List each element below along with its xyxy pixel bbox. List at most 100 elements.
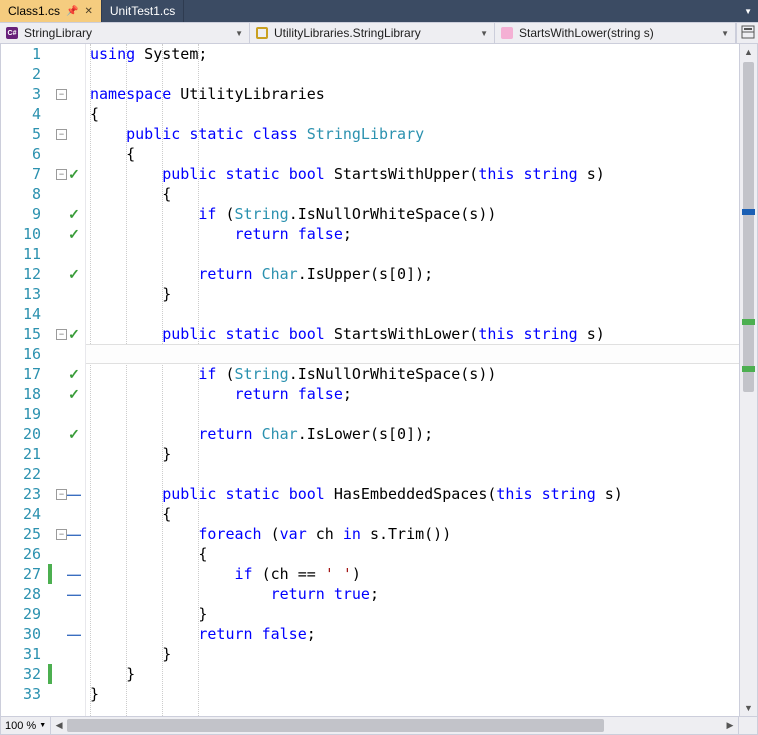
- test-pass-icon: ✓: [67, 366, 81, 383]
- fold-toggle: [56, 649, 67, 660]
- tab-class1[interactable]: Class1.cs 📌 ✕: [0, 0, 102, 22]
- tab-label: UnitTest1.cs: [110, 4, 175, 18]
- csharp-icon: C#: [5, 26, 19, 40]
- code-line[interactable]: }: [90, 664, 739, 684]
- gutter-line: 5−: [1, 124, 85, 144]
- code-line[interactable]: }: [90, 604, 739, 624]
- fold-toggle: [56, 569, 67, 580]
- scroll-thumb[interactable]: [67, 719, 604, 732]
- change-indicator: [48, 644, 52, 664]
- nav-project-dropdown[interactable]: C# StringLibrary ▼: [0, 23, 250, 43]
- code-line[interactable]: }: [90, 684, 739, 704]
- code-line[interactable]: if (ch == ' '): [90, 564, 739, 584]
- code-line[interactable]: [90, 244, 739, 264]
- code-line[interactable]: {: [90, 344, 739, 364]
- code-line[interactable]: }: [90, 644, 739, 664]
- line-number: 33: [9, 685, 41, 703]
- code-line[interactable]: return false;: [90, 224, 739, 244]
- change-indicator: [48, 424, 52, 444]
- scroll-left-arrow-icon[interactable]: ◀: [51, 717, 67, 734]
- test-pass-icon: ✓: [67, 386, 81, 403]
- vertical-scrollbar[interactable]: ▲ ▼: [739, 44, 757, 716]
- nav-class-dropdown[interactable]: UtilityLibraries.StringLibrary ▼: [250, 23, 495, 43]
- change-indicator: [48, 64, 52, 84]
- code-line[interactable]: [90, 64, 739, 84]
- horizontal-scrollbar[interactable]: ◀ ▶: [50, 717, 739, 734]
- code-line[interactable]: public static bool HasEmbeddedSpaces(thi…: [90, 484, 739, 504]
- scroll-marker: [742, 209, 755, 215]
- line-number: 18: [9, 385, 41, 403]
- change-indicator: [48, 304, 52, 324]
- code-line[interactable]: public static bool StartsWithUpper(this …: [90, 164, 739, 184]
- fold-toggle[interactable]: −: [56, 129, 67, 140]
- line-number: 8: [9, 185, 41, 203]
- chevron-down-icon: ▼: [480, 29, 488, 38]
- code-line[interactable]: return false;: [90, 624, 739, 644]
- line-number: 32: [9, 665, 41, 683]
- scroll-right-arrow-icon[interactable]: ▶: [722, 717, 738, 734]
- fold-toggle: [56, 389, 67, 400]
- zoom-dropdown[interactable]: 100 % ▼: [1, 720, 50, 732]
- gutter-line: 16: [1, 344, 85, 364]
- code-line[interactable]: namespace UtilityLibraries: [90, 84, 739, 104]
- fold-toggle[interactable]: −: [56, 169, 67, 180]
- scroll-thumb[interactable]: [743, 62, 754, 392]
- gutter-line: 3−: [1, 84, 85, 104]
- test-pass-icon: ✓: [67, 426, 81, 443]
- fold-toggle: [56, 509, 67, 520]
- chevron-down-icon: ▼: [39, 722, 46, 729]
- code-line[interactable]: return false;: [90, 384, 739, 404]
- code-line[interactable]: }: [90, 444, 739, 464]
- code-line[interactable]: if (String.IsNullOrWhiteSpace(s)): [90, 364, 739, 384]
- fold-toggle: [56, 189, 67, 200]
- scroll-marker: [742, 319, 755, 325]
- fold-toggle: [56, 689, 67, 700]
- code-line[interactable]: foreach (var ch in s.Trim()): [90, 524, 739, 544]
- gutter-line: 17✓: [1, 364, 85, 384]
- code-line[interactable]: {: [90, 144, 739, 164]
- close-icon[interactable]: ✕: [84, 6, 92, 17]
- split-window-button[interactable]: [736, 23, 758, 43]
- line-number: 1: [9, 45, 41, 63]
- code-line[interactable]: {: [90, 544, 739, 564]
- scroll-up-arrow-icon[interactable]: ▲: [740, 44, 757, 60]
- code-line[interactable]: }: [90, 284, 739, 304]
- fold-toggle[interactable]: −: [56, 89, 67, 100]
- code-line[interactable]: return Char.IsLower(s[0]);: [90, 424, 739, 444]
- code-line[interactable]: public static bool StartsWithLower(this …: [90, 324, 739, 344]
- zoom-label: 100 %: [5, 720, 36, 732]
- change-indicator: [48, 204, 52, 224]
- pin-icon[interactable]: 📌: [66, 6, 78, 17]
- fold-toggle: [56, 209, 67, 220]
- line-number: 6: [9, 145, 41, 163]
- test-notrun-icon: —: [67, 526, 81, 542]
- change-indicator: [48, 584, 52, 604]
- change-indicator: [48, 404, 52, 424]
- code-line[interactable]: if (String.IsNullOrWhiteSpace(s)): [90, 204, 739, 224]
- code-area[interactable]: using System;namespace UtilityLibraries{…: [86, 44, 739, 716]
- tab-unittest1[interactable]: UnitTest1.cs: [102, 0, 184, 22]
- line-number: 13: [9, 285, 41, 303]
- nav-member-dropdown[interactable]: StartsWithLower(string s) ▼: [495, 23, 736, 43]
- code-line[interactable]: [90, 404, 739, 424]
- line-number: 30: [9, 625, 41, 643]
- fold-toggle: [56, 229, 67, 240]
- fold-toggle: [56, 409, 67, 420]
- fold-toggle: [56, 109, 67, 120]
- code-line[interactable]: {: [90, 104, 739, 124]
- code-line[interactable]: {: [90, 504, 739, 524]
- tab-dropdown-icon[interactable]: ▼: [744, 7, 752, 16]
- code-line[interactable]: using System;: [90, 44, 739, 64]
- fold-toggle[interactable]: −: [56, 529, 67, 540]
- code-line[interactable]: [90, 304, 739, 324]
- nav-member-label: StartsWithLower(string s): [519, 26, 654, 40]
- fold-toggle[interactable]: −: [56, 489, 67, 500]
- code-line[interactable]: public static class StringLibrary: [90, 124, 739, 144]
- code-line[interactable]: {: [90, 184, 739, 204]
- code-line[interactable]: [90, 464, 739, 484]
- fold-toggle[interactable]: −: [56, 329, 67, 340]
- code-line[interactable]: return true;: [90, 584, 739, 604]
- code-line[interactable]: return Char.IsUpper(s[0]);: [90, 264, 739, 284]
- fold-toggle: [56, 469, 67, 480]
- scroll-down-arrow-icon[interactable]: ▼: [740, 700, 757, 716]
